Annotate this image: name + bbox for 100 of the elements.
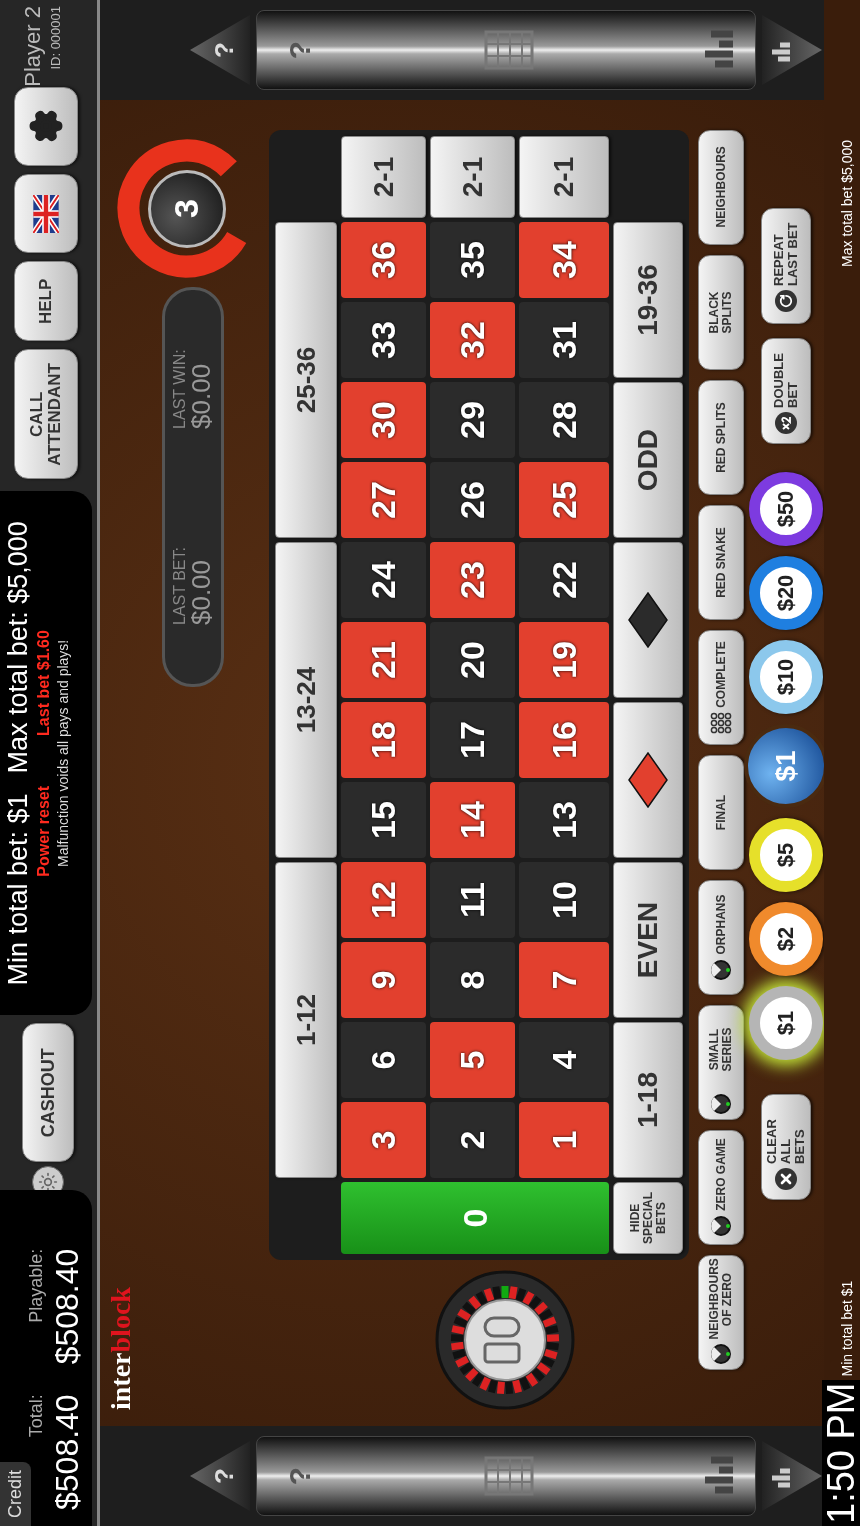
special-bet-button[interactable]: BLACK SPLITS [698, 255, 744, 370]
special-bet-button[interactable]: ORPHANS [698, 880, 744, 995]
number-cell[interactable]: 21 [341, 622, 426, 698]
dozen-bet[interactable]: 13-24 [275, 542, 337, 858]
number-cell[interactable]: 17 [430, 702, 515, 778]
chip[interactable]: $50 [748, 472, 823, 546]
number-cell[interactable]: 26 [430, 462, 515, 538]
number-cell[interactable]: 16 [519, 702, 609, 778]
number-cell[interactable]: 12 [341, 862, 426, 938]
number-cell[interactable]: 10 [519, 862, 609, 938]
outside-bet[interactable]: 1-18 [613, 1022, 683, 1178]
min-bet-text: Min total bet: $1 [2, 793, 34, 986]
number-cell[interactable]: 3 [341, 1102, 426, 1178]
number-cell[interactable]: 11 [430, 862, 515, 938]
number-cell[interactable]: 29 [430, 382, 515, 458]
footer-min-bet: Min total bet $1 [838, 1280, 856, 1377]
number-cell[interactable]: 9 [341, 942, 426, 1018]
number-cell[interactable]: 23 [430, 542, 515, 618]
chip[interactable]: $1 [748, 986, 823, 1060]
hide-special-bets-button[interactable]: HIDE SPECIAL BETS [613, 1182, 683, 1254]
number-cell[interactable]: 27 [341, 462, 426, 538]
total-amount: $508.40 [50, 1394, 84, 1510]
number-cell[interactable]: 6 [341, 1022, 426, 1098]
special-bet-button[interactable]: RED SNAKE [698, 505, 744, 620]
number-cell[interactable]: 24 [341, 542, 426, 618]
column-bet[interactable]: 2-1 [519, 136, 609, 218]
color-bet[interactable] [613, 542, 683, 698]
outside-bet[interactable]: ODD [613, 382, 683, 538]
grid-icon [483, 30, 534, 70]
chip[interactable]: $2 [748, 902, 823, 976]
alert-text: Last bet $1.60 [34, 630, 53, 736]
double-bet-button[interactable]: DOUBLE BET [760, 338, 811, 444]
brand-logo: interblock [104, 1287, 137, 1410]
number-cell[interactable]: 35 [430, 222, 515, 298]
top-bar-button[interactable]: CALL ATTENDANT [14, 349, 78, 480]
repeat-bet-button[interactable]: REPEAT LAST BET [760, 208, 811, 324]
help-triangle-button[interactable]: ? [190, 1441, 250, 1511]
wheel-sector-icon [710, 1093, 732, 1116]
special-bet-button[interactable]: SMALL SERIES [698, 1005, 744, 1120]
number-cell[interactable]: 2 [430, 1102, 515, 1178]
number-cell[interactable]: 33 [341, 302, 426, 378]
column-bet[interactable]: 2-1 [430, 136, 515, 218]
number-cell[interactable]: 31 [519, 302, 609, 378]
number-cell[interactable]: 32 [430, 302, 515, 378]
player-name: Player 2 [20, 6, 46, 87]
number-cell[interactable]: 5 [430, 1022, 515, 1098]
reel-label: ? [282, 1466, 317, 1486]
reel-label: ? [282, 40, 317, 60]
help-triangle-button[interactable]: ? [190, 15, 250, 85]
number-cell[interactable]: 36 [341, 222, 426, 298]
special-bet-button[interactable]: NEIGHBOURS OF ZERO [698, 1255, 744, 1370]
clock-text: 1:50 PM [822, 1380, 860, 1526]
top-bar-button[interactable]: HELP [14, 261, 78, 342]
roulette-wheel-drawing[interactable] [435, 1270, 575, 1410]
special-bet-button[interactable]: FINAL [698, 755, 744, 870]
chip[interactable]: $5 [748, 818, 823, 892]
clear-bets-button[interactable]: CLEAR ALL BETS [760, 1094, 811, 1200]
language-button[interactable] [14, 174, 78, 254]
cashout-button[interactable]: CASHOUT [22, 1023, 74, 1162]
chip[interactable]: $20 [748, 556, 823, 630]
number-cell[interactable]: 13 [519, 782, 609, 858]
color-bet[interactable] [613, 702, 683, 858]
column-bet[interactable]: 2-1 [341, 136, 426, 218]
wheel-sector-icon [710, 958, 732, 981]
total-label: Total: [25, 1394, 47, 1438]
number-cell[interactable]: 30 [341, 382, 426, 458]
number-cell[interactable]: 25 [519, 462, 609, 538]
max-bet-text: Max total bet: $5,000 [2, 521, 34, 774]
footer-max-bet: Max total bet $5,000 [838, 140, 856, 267]
chip[interactable]: $10 [748, 640, 823, 714]
last-win-value: $0.00 [188, 363, 214, 429]
countdown-value: 3 [147, 169, 226, 248]
number-cell[interactable]: 34 [519, 222, 609, 298]
number-cell[interactable]: 18 [341, 702, 426, 778]
number-cell[interactable]: 1 [519, 1102, 609, 1178]
dozen-bet[interactable]: 25-36 [275, 222, 337, 538]
number-cell[interactable]: 22 [519, 542, 609, 618]
malfunction-notice: Malfunction voids all pays and plays! [54, 639, 72, 867]
dozen-bet[interactable]: 1-12 [275, 862, 337, 1178]
number-cell[interactable]: 4 [519, 1022, 609, 1098]
brightness-icon[interactable] [38, 1171, 58, 1192]
repeat-icon [778, 294, 793, 308]
playable-amount: $508.40 [50, 1248, 84, 1365]
special-bet-button[interactable]: RED SPLITS [698, 380, 744, 495]
outside-bet[interactable]: EVEN [613, 862, 683, 1018]
outside-bet[interactable]: 19-36 [613, 222, 683, 378]
special-bet-button[interactable]: ZERO GAME [698, 1130, 744, 1245]
number-cell[interactable]: 8 [430, 942, 515, 1018]
number-cell[interactable]: 19 [519, 622, 609, 698]
dot-grid-icon [710, 711, 732, 734]
number-cell[interactable]: 14 [430, 782, 515, 858]
player-id: ID: 000001 [47, 6, 64, 70]
number-cell[interactable]: 7 [519, 942, 609, 1018]
flag-icon [33, 194, 59, 233]
number-cell[interactable]: 28 [519, 382, 609, 458]
number-cell[interactable]: 15 [341, 782, 426, 858]
special-bet-button[interactable]: COMPLETE [698, 630, 744, 745]
settings-button[interactable] [14, 86, 78, 166]
special-bet-button[interactable]: NEIGHBOURS [698, 130, 744, 245]
number-cell[interactable]: 20 [430, 622, 515, 698]
